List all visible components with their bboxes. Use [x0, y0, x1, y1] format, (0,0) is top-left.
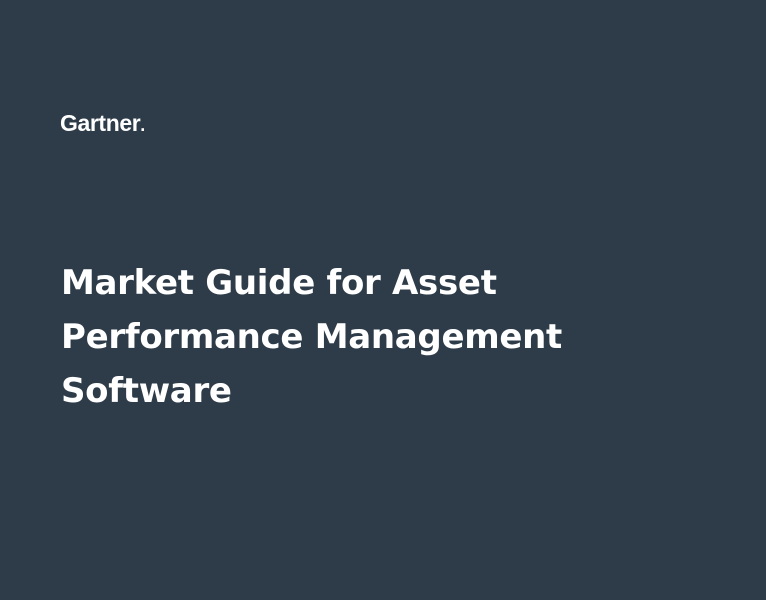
gartner-logo: Gartner.	[60, 110, 145, 138]
report-title-line-1: Market Guide for Asset	[61, 263, 497, 303]
logo-dot: .	[140, 115, 145, 135]
report-title: Market Guide for Asset Performance Manag…	[61, 256, 621, 418]
logo-wordmark: Gartner	[60, 110, 141, 136]
report-title-line-2: Performance Management	[61, 317, 562, 357]
report-title-line-3: Software	[61, 371, 232, 411]
report-cover: Gartner. Market Guide for Asset Performa…	[0, 0, 766, 600]
